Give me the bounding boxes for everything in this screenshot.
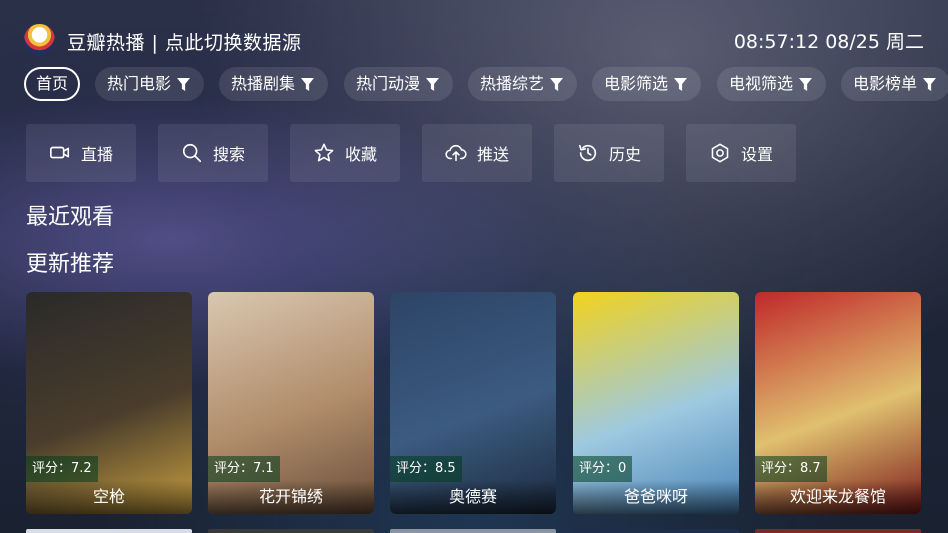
filter-icon: [426, 77, 440, 91]
tab-label: 热门电影: [107, 74, 172, 93]
filter-icon: [674, 77, 688, 91]
poster-card-peek[interactable]: [390, 529, 556, 533]
poster-title: 奥德赛: [390, 480, 556, 514]
poster-card-peek[interactable]: [208, 529, 374, 533]
score-badge: 评分：8.5: [390, 456, 462, 482]
tab-label: 首页: [35, 74, 68, 93]
section-recommend-title: 更新推荐: [26, 252, 115, 277]
action-label: 搜索: [212, 145, 245, 164]
score-badge: 评分：0: [573, 456, 633, 482]
poster-card[interactable]: 评分：0 爸爸咪呀: [573, 292, 739, 514]
filter-icon: [799, 77, 813, 91]
poster-title: 爸爸咪呀: [573, 480, 739, 514]
poster-card[interactable]: 评分：7.1 花开锦绣: [208, 292, 374, 514]
action-button-0[interactable]: 直播: [26, 124, 136, 182]
tab-label: 热播剧集: [231, 74, 296, 93]
clock: 08:57:12 08/25 周二: [733, 31, 924, 53]
action-label: 收藏: [344, 145, 377, 164]
poster-card-peek[interactable]: [755, 529, 921, 533]
score-badge: 评分：7.2: [26, 456, 98, 482]
poster-card[interactable]: 评分：8.5 奥德赛: [390, 292, 556, 514]
tab-1[interactable]: 热门电影: [95, 67, 204, 101]
action-button-1[interactable]: 搜索: [158, 124, 268, 182]
tab-7[interactable]: 电影榜单: [841, 67, 948, 101]
poster-card-peek[interactable]: [573, 529, 739, 533]
action-label: 直播: [80, 145, 113, 164]
app-logo[interactable]: [24, 24, 55, 55]
tab-3[interactable]: 热门动漫: [344, 67, 453, 101]
tab-0[interactable]: 首页: [24, 67, 80, 101]
action-button-4[interactable]: 历史: [554, 124, 664, 182]
action-label: 历史: [608, 145, 641, 164]
tab-label: 热门动漫: [356, 74, 421, 93]
top-bar: 豆瓣热播 | 点此切换数据源 08:57:12 08/25 周二: [24, 22, 924, 58]
poster-title: 欢迎来龙餐馆: [755, 480, 921, 514]
poster-title: 空枪: [26, 480, 192, 514]
tab-5[interactable]: 电影筛选: [592, 67, 701, 101]
action-button-2[interactable]: 收藏: [290, 124, 400, 182]
star-icon: [314, 143, 334, 162]
poster-card-peek[interactable]: [26, 529, 192, 533]
filter-icon: [923, 77, 937, 91]
poster-title: 花开锦绣: [208, 480, 374, 514]
tab-2[interactable]: 热播剧集: [219, 67, 328, 101]
history-icon: [578, 144, 597, 162]
tab-4[interactable]: 热播综艺: [468, 67, 577, 101]
tab-label: 电影筛选: [604, 74, 669, 93]
cloud-upload-icon: [445, 144, 467, 162]
tv-icon: [49, 146, 70, 159]
tab-label: 电视筛选: [729, 74, 794, 93]
settings-icon: [711, 143, 729, 163]
tab-label: 热播综艺: [480, 74, 545, 93]
filter-icon: [301, 77, 315, 91]
action-button-3[interactable]: 推送: [422, 124, 532, 182]
tab-label: 电影榜单: [853, 74, 918, 93]
score-badge: 评分：8.7: [755, 456, 827, 482]
action-button-5[interactable]: 设置: [686, 124, 796, 182]
search-icon: [182, 143, 202, 163]
tab-6[interactable]: 电视筛选: [717, 67, 826, 101]
filter-icon: [550, 77, 564, 91]
score-badge: 评分：7.1: [208, 456, 280, 482]
section-recent-title: 最近观看: [26, 205, 115, 230]
action-label: 推送: [476, 145, 509, 164]
next-row-peek: [26, 529, 924, 533]
filter-icon: [177, 77, 191, 91]
action-label: 设置: [740, 145, 773, 164]
data-source-switcher[interactable]: 豆瓣热播 | 点此切换数据源: [67, 28, 301, 55]
poster-card[interactable]: 评分：8.7 欢迎来龙餐馆: [755, 292, 921, 514]
poster-card[interactable]: 评分：7.2 空枪: [26, 292, 192, 514]
